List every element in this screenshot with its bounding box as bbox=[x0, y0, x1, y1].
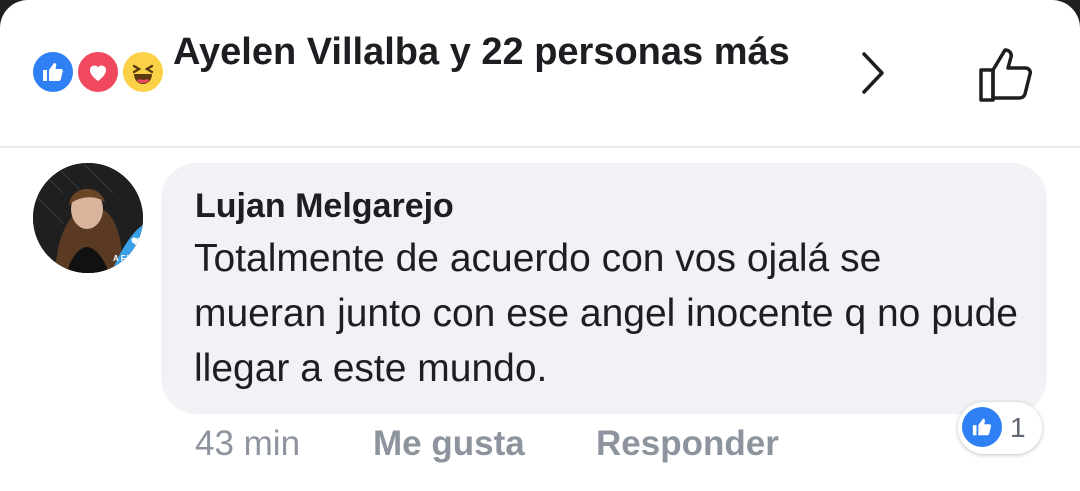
comment-timestamp: 43 min bbox=[195, 424, 301, 463]
comments-sheet: Ayelen Villalba y 22 personas más A FAV … bbox=[0, 0, 1080, 491]
avatar[interactable]: A FAV DE LA bbox=[33, 163, 143, 273]
love-icon bbox=[75, 49, 121, 95]
like-icon bbox=[30, 49, 76, 95]
like-icon bbox=[962, 407, 1002, 447]
avatar-badge-text: A FAV DE LA bbox=[113, 254, 143, 263]
thumbs-up-icon[interactable] bbox=[975, 42, 1041, 106]
comment-reaction-count[interactable]: 1 bbox=[958, 402, 1042, 454]
reactions-header: Ayelen Villalba y 22 personas más bbox=[0, 0, 1080, 148]
reaction-count-number: 1 bbox=[1010, 412, 1026, 443]
comment-text: Totalmente de acuerdo con vos ojalá se m… bbox=[194, 237, 1018, 390]
reaction-icons[interactable] bbox=[30, 49, 170, 95]
chevron-right-icon[interactable] bbox=[852, 48, 892, 98]
reaction-summary[interactable]: Ayelen Villalba y 22 personas más bbox=[173, 26, 813, 78]
reply-button[interactable]: Responder bbox=[596, 424, 779, 464]
like-button[interactable]: Me gusta bbox=[373, 424, 525, 464]
haha-icon bbox=[120, 49, 166, 95]
comment-bubble[interactable]: Lujan Melgarejo Totalmente de acuerdo co… bbox=[161, 163, 1047, 414]
comment-author[interactable]: Lujan Melgarejo bbox=[195, 187, 454, 226]
